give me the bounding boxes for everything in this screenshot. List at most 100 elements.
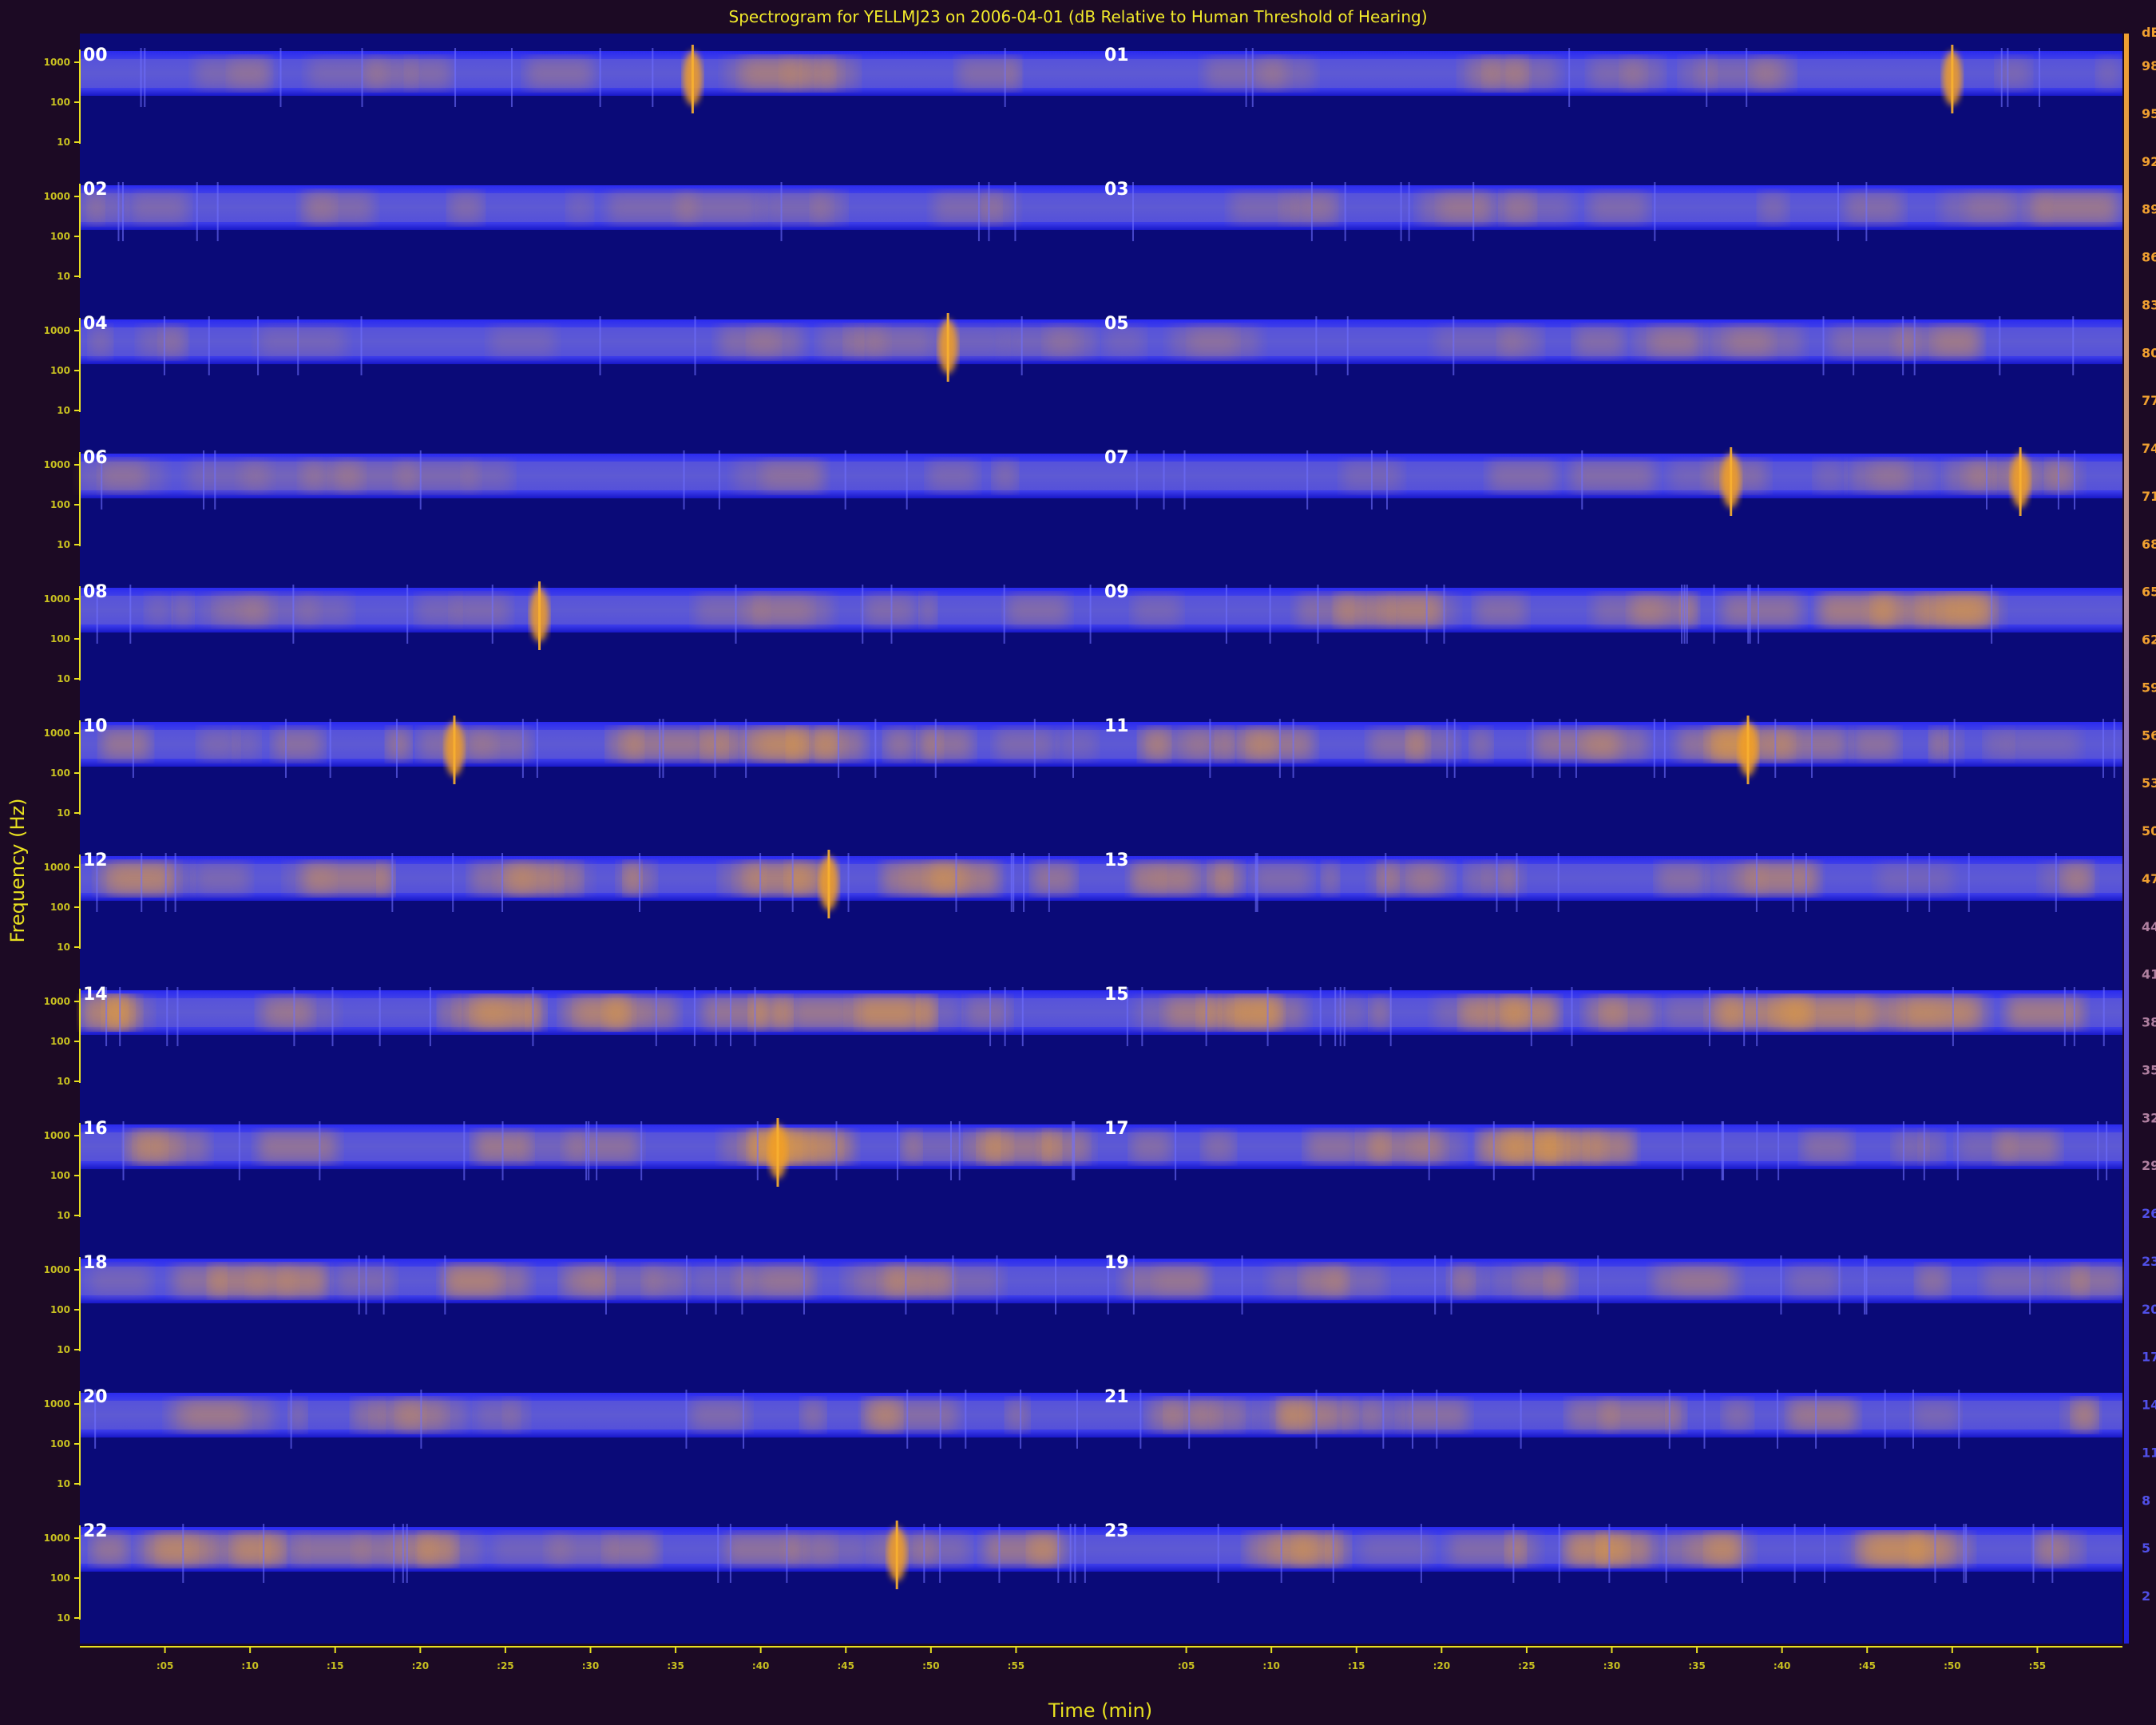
transient-streak (122, 1121, 125, 1180)
transient-streak (1023, 853, 1025, 912)
transient-streak (714, 719, 716, 778)
hour-label-11: 11 (1104, 716, 1129, 736)
transient-streak (939, 1390, 941, 1449)
energy-patch (608, 728, 642, 760)
y-tick-label: 1000 (44, 996, 70, 1007)
energy-patch (921, 728, 973, 760)
transient-streak (117, 182, 120, 241)
spectrogram-figure: Spectrogram for YELLMJ23 on 2006-04-01 (… (0, 0, 2156, 1725)
transient-streak (2000, 48, 2003, 107)
energy-patch (299, 192, 335, 224)
transient-streak (1266, 987, 1269, 1046)
transient-streak (1425, 585, 1428, 644)
energy-patch (2037, 1533, 2083, 1565)
event-line (691, 45, 694, 113)
y-tick-label: 1000 (44, 1398, 70, 1410)
transient-streak (1245, 48, 1247, 107)
x-axis-label: Time (min) (1048, 1699, 1152, 1722)
y-tick-label: 10 (57, 137, 70, 148)
energy-patch (1571, 460, 1654, 492)
transient-streak (1708, 987, 1710, 1046)
transient-streak (1076, 1390, 1078, 1449)
transient-streak (1965, 1524, 1968, 1583)
energy-patch (644, 1265, 688, 1297)
transient-streak (284, 719, 287, 778)
transient-streak (452, 853, 454, 912)
energy-patch (200, 594, 263, 626)
energy-patch (790, 997, 854, 1029)
x-tick-label: :35 (667, 1660, 684, 1671)
transient-streak (2063, 987, 2066, 1046)
transient-streak (395, 719, 398, 778)
transient-streak (1256, 853, 1258, 912)
colorbar-tick-label: 68 (2142, 537, 2156, 552)
transient-streak (745, 719, 747, 778)
energy-patch (1184, 728, 1255, 760)
transient-streak (949, 1121, 952, 1180)
energy-patch (806, 1533, 836, 1565)
energy-patch (1132, 1131, 1171, 1163)
colorbar-tick-label: 95 (2142, 106, 2156, 121)
transient-streak (166, 987, 168, 1046)
energy-patch (367, 58, 414, 89)
energy-patch (1654, 1265, 1738, 1297)
transient-streak (1292, 719, 1294, 778)
transient-streak (1703, 1390, 1706, 1449)
energy-patch (761, 192, 829, 224)
x-tick-label: :40 (752, 1660, 770, 1671)
transient-streak (1923, 1121, 1925, 1180)
transient-streak (402, 1524, 404, 1583)
energy-patch (1872, 460, 1936, 492)
transient-streak (1747, 585, 1750, 644)
x-tick-label: :20 (1433, 1660, 1451, 1671)
colorbar-tick-label: 35 (2142, 1062, 2156, 1077)
hour-label-02: 02 (83, 180, 108, 200)
colorbar-tick-label: 77 (2142, 393, 2156, 408)
transient-streak (1317, 585, 1319, 644)
colorbar-tick-label: 80 (2142, 345, 2156, 360)
transient-streak (1793, 1524, 1796, 1583)
chart-title: Spectrogram for YELLMJ23 on 2006-04-01 (… (729, 7, 1428, 26)
energy-patch (1861, 1533, 1924, 1565)
event-line (1746, 716, 1750, 784)
energy-patch (1680, 58, 1715, 89)
energy-patch (1239, 997, 1282, 1029)
colorbar-tick-label: 65 (2142, 585, 2156, 600)
transient-streak (1683, 585, 1686, 644)
energy-patch (274, 728, 322, 760)
transient-streak (1163, 450, 1165, 510)
hour-label-05: 05 (1104, 314, 1129, 334)
hour-label-12: 12 (83, 851, 108, 870)
transient-streak (1741, 1524, 1743, 1583)
transient-streak (463, 1121, 466, 1180)
transient-streak (1089, 585, 1092, 644)
transient-streak (360, 316, 363, 375)
transient-streak (1343, 987, 1346, 1046)
energy-patch (1197, 997, 1220, 1029)
energy-patch (2097, 58, 2119, 89)
transient-streak (717, 1524, 719, 1583)
energy-patch (1603, 1399, 1674, 1431)
transient-streak (1963, 1524, 1965, 1583)
energy-patch (1032, 862, 1076, 894)
energy-patch (1002, 326, 1077, 358)
transient-streak (2106, 1121, 2108, 1180)
transient-streak (729, 987, 731, 1046)
transient-streak (1999, 316, 2001, 375)
colorbar-tick-label: 38 (2142, 1015, 2156, 1030)
y-tick-label: 10 (57, 807, 70, 819)
energy-patch (1133, 862, 1164, 894)
transient-streak (998, 1524, 1001, 1583)
energy-patch (567, 1131, 639, 1163)
energy-patch (606, 1533, 658, 1565)
x-tick-label: :10 (241, 1660, 259, 1671)
energy-patch (168, 862, 194, 894)
energy-patch (1789, 1265, 1838, 1297)
colorbar-tick-label: 32 (2142, 1110, 2156, 1125)
transient-streak (996, 1255, 998, 1315)
energy-patch (527, 58, 593, 89)
energy-patch (509, 862, 560, 894)
energy-patch (385, 1399, 466, 1431)
transient-streak (406, 585, 409, 644)
y-axis-row-4: 1000 100 10 (44, 586, 81, 684)
